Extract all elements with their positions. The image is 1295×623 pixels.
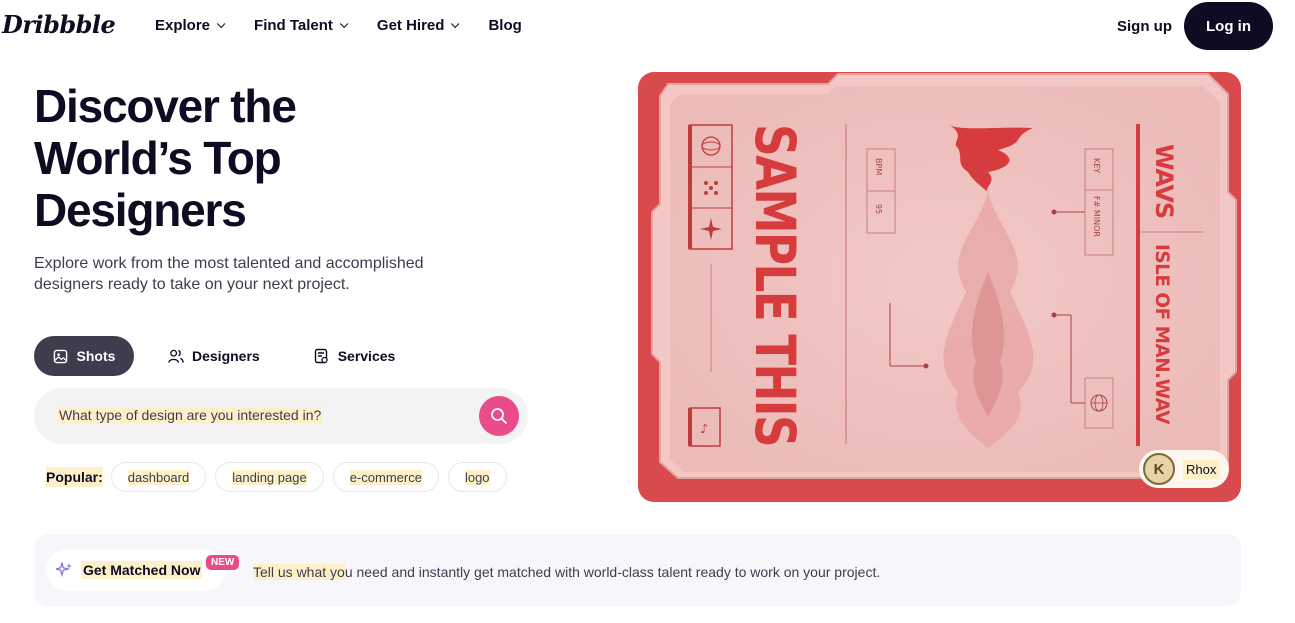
log-in-button[interactable]: Log in (1184, 2, 1273, 50)
tag-chip-label: landing page (232, 469, 307, 485)
tab-services[interactable]: Services (294, 336, 416, 376)
sign-up-link[interactable]: Sign up (1117, 18, 1172, 35)
site-header: Dribbble Explore Find Talent Get Hired B… (0, 0, 1295, 52)
key-value: F# MINOR (1092, 196, 1101, 237)
sparkle-icon (56, 562, 72, 578)
hero-title-line: Discover the (34, 80, 297, 132)
nav-get-hired-label: Get Hired (376, 17, 445, 34)
svg-text:♪: ♪ (700, 422, 708, 437)
nav-blog[interactable]: Blog (488, 17, 521, 34)
nav-find-talent[interactable]: Find Talent (254, 17, 349, 34)
tab-shots[interactable]: Shots (34, 336, 134, 376)
search-input[interactable]: What type of design are you interested i… (58, 407, 323, 423)
get-matched-button[interactable]: Get Matched Now (46, 549, 226, 591)
get-matched-banner: Get Matched Now NEW Tell us what you nee… (34, 534, 1241, 606)
tag-chip[interactable]: e-commerce (332, 462, 439, 492)
search-type-tabs: Shots Designers Services (34, 336, 429, 376)
hero-title-line: World’s Top (34, 132, 282, 184)
author-avatar: K (1143, 453, 1175, 485)
nav-find-talent-label: Find Talent (254, 17, 333, 34)
track-name: ISLE OF MAN.WAV (1151, 244, 1173, 425)
popular-tags: Popular: dashboard landing page e-commer… (46, 462, 516, 492)
tab-shots-label: Shots (76, 348, 116, 364)
hero-title-line: Designers (34, 184, 247, 236)
services-icon (314, 348, 330, 364)
tag-chip-label: logo (464, 469, 490, 485)
chevron-down-icon (339, 19, 349, 28)
image-icon (53, 348, 69, 364)
tag-chip[interactable]: dashboard (110, 462, 207, 492)
tag-chip[interactable]: logo (447, 462, 507, 492)
bpm-value: 95 (874, 204, 883, 214)
banner-text-rest: u need and instantly get matched with wo… (344, 564, 881, 580)
bpm-label: BPM (874, 158, 883, 175)
people-icon (168, 348, 184, 364)
chevron-down-icon (451, 19, 460, 28)
dribbble-logo[interactable]: Dribbble (2, 10, 116, 39)
search-bar[interactable]: What type of design are you interested i… (34, 388, 528, 444)
key-label: KEY (1092, 158, 1101, 173)
tab-designers[interactable]: Designers (148, 336, 280, 376)
hero-title: Discover the World’s Top Designers (34, 80, 474, 236)
shot-headline: SAMPLE THIS (743, 124, 807, 446)
tab-services-label: Services (337, 348, 396, 364)
author-name: Rhox (1183, 459, 1220, 479)
brand-mark: WAVS (1150, 144, 1178, 218)
banner-description: Tell us what you need and instantly get … (253, 564, 880, 580)
main-nav: Explore Find Talent Get Hired Blog (155, 17, 554, 34)
banner-text-highlight: Tell us what yo (253, 564, 345, 580)
new-badge: NEW (205, 554, 241, 571)
search-icon (491, 408, 507, 424)
featured-shot-image[interactable]: ♪ SAMPLE THIS BPM 95 KEY F# MINOR WAVS I… (638, 72, 1241, 502)
nav-explore-label: Explore (155, 17, 211, 34)
nav-get-hired[interactable]: Get Hired (376, 17, 460, 34)
nav-blog-label: Blog (488, 17, 522, 34)
tag-chip[interactable]: landing page (215, 462, 324, 492)
shot-author-chip[interactable]: K Rhox (1139, 450, 1229, 488)
shot-artwork: ♪ SAMPLE THIS BPM 95 KEY F# MINOR WAVS I… (651, 73, 1237, 479)
tag-chip-label: e-commerce (349, 469, 422, 485)
nav-explore[interactable]: Explore (155, 17, 226, 34)
get-matched-label: Get Matched Now (81, 561, 203, 579)
popular-label: Popular: (46, 467, 103, 487)
hero-subtitle: Explore work from the most talented and … (34, 255, 424, 293)
tag-chip-label: dashboard (127, 469, 190, 485)
tab-designers-label: Designers (192, 348, 260, 364)
search-button[interactable] (479, 396, 519, 436)
chevron-down-icon (216, 19, 226, 28)
